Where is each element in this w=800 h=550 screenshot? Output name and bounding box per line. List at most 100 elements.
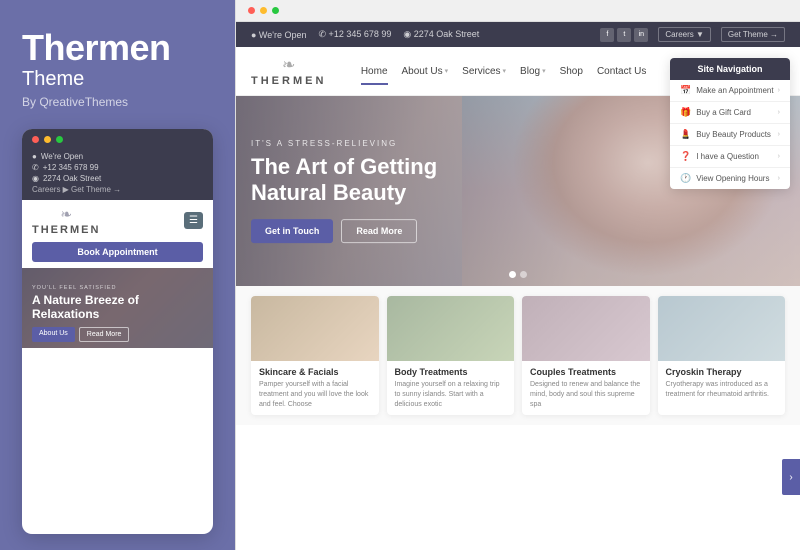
browser-dot-yellow	[260, 7, 267, 14]
hero-dot-1[interactable]	[509, 271, 516, 278]
arrow-icon: ›	[778, 175, 780, 182]
brand-title: Thermen	[22, 28, 213, 68]
mobile-info-address: ◉ 2274 Oak Street	[32, 174, 203, 183]
browser-chrome	[236, 0, 800, 22]
brand-subtitle: Theme	[22, 68, 213, 91]
mobile-hero: YOU'LL FEEL SATISFIED A Nature Breeze of…	[22, 268, 213, 348]
site-top-right: f t in Careers ▼ Get Theme →	[600, 27, 785, 42]
nav-contact[interactable]: Contact Us	[597, 66, 646, 77]
service-title-3: Couples Treatments	[530, 367, 642, 377]
arrow-icon: ›	[778, 153, 780, 160]
hero-dots	[509, 271, 527, 278]
open-icon: ●	[32, 152, 37, 161]
mobile-info-bar: ● We're Open ✆ +12 345 678 99 ◉ 2274 Oak…	[22, 148, 213, 200]
facebook-icon[interactable]: f	[600, 28, 614, 42]
services-grid: Skincare & Facials Pamper yourself with …	[251, 296, 785, 415]
site-open-status: ● We're Open	[251, 30, 307, 40]
read-more-button[interactable]: Read More	[341, 219, 417, 243]
dot-red	[32, 136, 39, 143]
left-panel: Thermen Theme By QreativeThemes ● We're …	[0, 0, 235, 550]
mobile-preview-card: ● We're Open ✆ +12 345 678 99 ◉ 2274 Oak…	[22, 129, 213, 534]
mobile-hero-buttons: About Us Read More	[32, 327, 203, 342]
brand-by: By QreativeThemes	[22, 95, 213, 109]
service-image-3	[522, 296, 650, 361]
mobile-about-button[interactable]: About Us	[32, 327, 75, 342]
service-image-4	[658, 296, 786, 361]
arrow-icon: ›	[778, 131, 780, 138]
mobile-info-open: ● We're Open	[32, 152, 203, 161]
widget-beauty-products[interactable]: 💄 Buy Beauty Products ›	[670, 124, 790, 146]
service-desc-1: Pamper yourself with a facial treatment …	[259, 380, 371, 409]
widget-header: Site Navigation	[670, 58, 790, 80]
arrow-icon: ›	[778, 109, 780, 116]
widget-opening-hours[interactable]: 🕐 View Opening Hours ›	[670, 168, 790, 189]
careers-button[interactable]: Careers ▼	[658, 27, 711, 42]
get-in-touch-button[interactable]: Get in Touch	[251, 219, 333, 243]
clock-icon: 🕐	[680, 173, 691, 184]
site-navigation-widget: Site Navigation 📅 Make an Appointment › …	[670, 58, 790, 189]
service-info-2: Body Treatments Imagine yourself on a re…	[387, 361, 515, 415]
phone-icon: ✆	[32, 163, 39, 172]
mobile-hero-content: YOU'LL FEEL SATISFIED A Nature Breeze of…	[32, 285, 203, 342]
logo-flower-icon: ❧	[32, 206, 100, 223]
arrow-icon: ›	[778, 87, 780, 94]
get-theme-button[interactable]: Get Theme →	[721, 27, 785, 42]
nav-services[interactable]: Services ▾	[462, 66, 506, 77]
service-info-1: Skincare & Facials Pamper yourself with …	[251, 361, 379, 415]
hamburger-button[interactable]: ☰	[184, 212, 203, 229]
scroll-right-button[interactable]: ›	[782, 459, 800, 495]
widget-gift-card[interactable]: 🎁 Buy a Gift Card ›	[670, 102, 790, 124]
hero-title: The Art of Getting Natural Beauty	[251, 154, 437, 207]
widget-question[interactable]: ❓ I have a Question ›	[670, 146, 790, 168]
service-title-4: Cryoskin Therapy	[666, 367, 778, 377]
mobile-info-phone: ✆ +12 345 678 99	[32, 163, 203, 172]
nav-home[interactable]: Home	[361, 66, 388, 77]
service-info-3: Couples Treatments Designed to renew and…	[522, 361, 650, 415]
beauty-icon: 💄	[680, 129, 691, 140]
twitter-icon[interactable]: t	[617, 28, 631, 42]
service-title-2: Body Treatments	[395, 367, 507, 377]
service-desc-3: Designed to renew and balance the mind, …	[530, 380, 642, 409]
nav-shop[interactable]: Shop	[560, 66, 583, 77]
service-card-1[interactable]: Skincare & Facials Pamper yourself with …	[251, 296, 379, 415]
mobile-readmore-button[interactable]: Read More	[79, 327, 130, 342]
service-info-4: Cryoskin Therapy Cryotherapy was introdu…	[658, 361, 786, 406]
hero-dot-2[interactable]	[520, 271, 527, 278]
service-title-1: Skincare & Facials	[259, 367, 371, 377]
nav-about-caret: ▾	[445, 67, 449, 75]
site-logo-flower-icon: ❧	[282, 55, 295, 75]
nav-about[interactable]: About Us ▾	[402, 66, 449, 77]
service-image-1	[251, 296, 379, 361]
site-logo: ❧ THERMEN	[251, 55, 326, 87]
mobile-book-button[interactable]: Book Appointment	[32, 242, 203, 262]
service-desc-2: Imagine yourself on a relaxing trip to s…	[395, 380, 507, 409]
site-top-bar: ● We're Open ✆ +12 345 678 99 ◉ 2274 Oak…	[236, 22, 800, 47]
widget-appointment[interactable]: 📅 Make an Appointment ›	[670, 80, 790, 102]
site-top-left: ● We're Open ✆ +12 345 678 99 ◉ 2274 Oak…	[251, 29, 479, 40]
service-card-4[interactable]: Cryoskin Therapy Cryotherapy was introdu…	[658, 296, 786, 415]
nav-blog[interactable]: Blog ▾	[520, 66, 546, 77]
gift-icon: 🎁	[680, 107, 691, 118]
services-section: Skincare & Facials Pamper yourself with …	[236, 286, 800, 425]
mobile-careers-row: Careers ▶ Get Theme →	[32, 185, 203, 194]
mobile-logo: ❧ THERMEN	[32, 206, 100, 236]
dot-yellow	[44, 136, 51, 143]
service-card-2[interactable]: Body Treatments Imagine yourself on a re…	[387, 296, 515, 415]
nav-services-caret: ▾	[503, 67, 507, 75]
question-icon: ❓	[680, 151, 691, 162]
social-icons: f t in	[600, 28, 648, 42]
service-desc-4: Cryotherapy was introduced as a treatmen…	[666, 380, 778, 400]
service-image-2	[387, 296, 515, 361]
linkedin-icon[interactable]: in	[634, 28, 648, 42]
dot-green	[56, 136, 63, 143]
service-card-3[interactable]: Couples Treatments Designed to renew and…	[522, 296, 650, 415]
calendar-icon: 📅	[680, 85, 691, 96]
hero-buttons: Get in Touch Read More	[251, 219, 437, 243]
mobile-top-bar	[22, 129, 213, 148]
browser-dot-green	[272, 7, 279, 14]
right-panel: ● We're Open ✆ +12 345 678 99 ◉ 2274 Oak…	[235, 0, 800, 550]
nav-blog-caret: ▾	[542, 67, 546, 75]
location-icon: ◉	[32, 174, 39, 183]
hero-content: IT'S A STRESS-RELIEVING The Art of Getti…	[251, 139, 437, 243]
mobile-nav: ❧ THERMEN ☰	[22, 200, 213, 242]
